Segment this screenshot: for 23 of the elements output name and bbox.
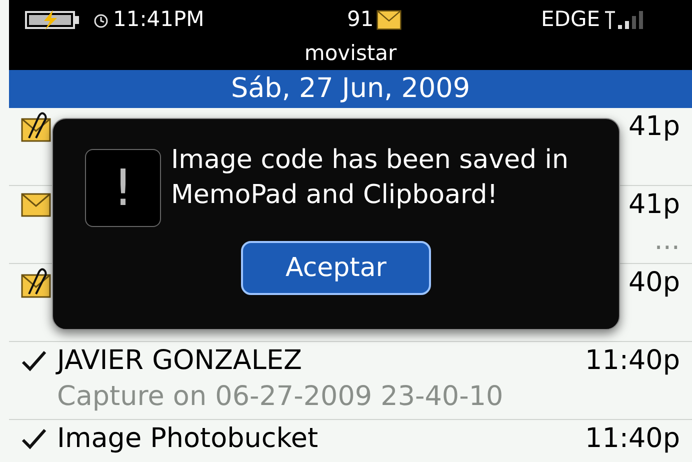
accept-button[interactable]: Aceptar	[241, 241, 431, 295]
carrier-name: movistar	[304, 40, 397, 66]
message-preview: ...	[654, 224, 680, 258]
alert-icon: !	[85, 149, 161, 227]
message-time: 40p	[628, 266, 680, 300]
dialog-message: Image code has been saved in MemoPad and Clipboard!	[171, 144, 570, 212]
clock-time: 11:41PM	[113, 6, 204, 34]
checkmark-icon	[21, 428, 47, 450]
message-sender: JAVIER GONZALEZ	[57, 344, 302, 378]
envelope-icon	[21, 193, 51, 217]
message-sender: Image Photobucket	[57, 422, 318, 456]
checkmark-icon	[21, 350, 47, 372]
date-header: Sáb, 27 Jun, 2009	[9, 70, 692, 108]
alarm-clock-icon	[93, 12, 109, 28]
message-time: 11:40p	[585, 344, 680, 378]
battery-charging-icon	[25, 10, 81, 30]
message-preview: Capture on 06-27-2009 23-40-10	[57, 380, 504, 414]
message-count: 91	[347, 6, 374, 34]
message-time: 41p	[628, 188, 680, 222]
message-time: 11:40p	[585, 422, 680, 456]
new-mail-icon	[376, 10, 402, 30]
message-time: 41p	[628, 110, 680, 144]
network-type: EDGE	[541, 6, 600, 34]
